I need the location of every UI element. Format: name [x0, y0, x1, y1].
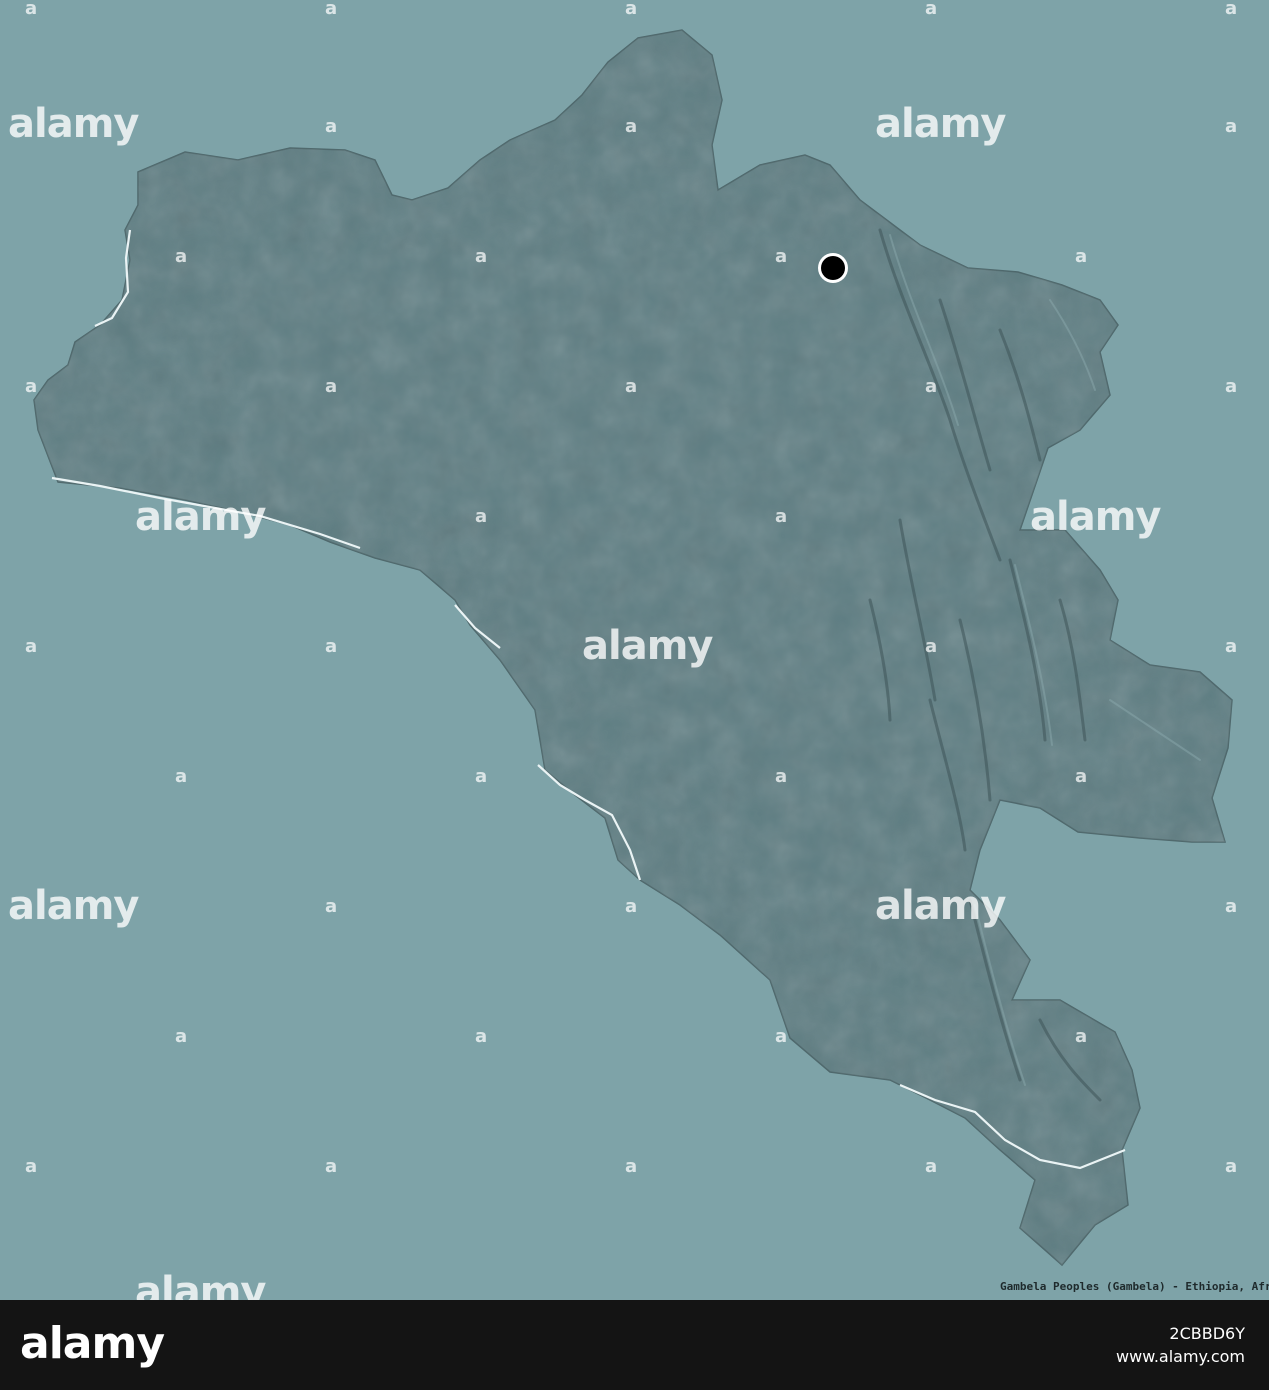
watermark-mark: a: [475, 246, 488, 267]
watermark-mark: a: [175, 1026, 188, 1047]
watermark-mark: a: [325, 896, 338, 917]
capital-marker-icon: [818, 253, 848, 283]
watermark-mark: a: [775, 246, 788, 267]
footer-logo: alamy: [20, 1318, 165, 1369]
image-id: 2CBBD6Y: [1169, 1324, 1245, 1343]
watermark-logo: alamy: [875, 101, 1006, 147]
watermark-mark: a: [775, 506, 788, 527]
map-canvas: alamy alamy alamy alamy alamy alamy alam…: [0, 0, 1269, 1300]
footer-url: www.alamy.com: [1116, 1347, 1245, 1367]
watermark-mark: a: [925, 1156, 938, 1177]
watermark-mark: a: [475, 1026, 488, 1047]
watermark-mark: a: [625, 376, 638, 397]
watermark-mark: a: [1225, 0, 1238, 19]
watermark-mark: a: [925, 0, 938, 19]
map-caption: Gambela Peoples (Gambela) - Ethiopia, Af…: [1000, 1280, 1269, 1293]
watermark-mark: a: [625, 0, 638, 19]
watermark-logo: alamy: [8, 101, 139, 147]
watermark-logo: alamy: [8, 883, 139, 929]
watermark-mark: a: [1225, 376, 1238, 397]
watermark-mark: a: [1225, 896, 1238, 917]
watermark-mark: a: [475, 766, 488, 787]
watermark-mark: a: [1225, 636, 1238, 657]
watermark-logo: alamy: [135, 1269, 266, 1300]
watermark-mark: a: [25, 636, 38, 657]
watermark-mark: a: [325, 1156, 338, 1177]
watermark-mark: a: [25, 1156, 38, 1177]
watermark-mark: a: [1075, 246, 1088, 267]
watermark-mark: a: [325, 116, 338, 137]
watermark-logo: alamy: [582, 623, 713, 669]
watermark-logo: alamy: [875, 883, 1006, 929]
watermark-mark: a: [25, 376, 38, 397]
watermark-mark: a: [1225, 116, 1238, 137]
watermark-mark: a: [625, 1156, 638, 1177]
watermark-mark: a: [925, 636, 938, 657]
watermark-mark: a: [475, 506, 488, 527]
watermark-mark: a: [625, 896, 638, 917]
watermark-mark: a: [175, 766, 188, 787]
watermark-mark: a: [325, 376, 338, 397]
watermark-mark: a: [775, 766, 788, 787]
watermark-mark: a: [1225, 1156, 1238, 1177]
watermark-logo: alamy: [1030, 494, 1161, 540]
watermark-mark: a: [25, 0, 38, 19]
watermark-mark: a: [325, 0, 338, 19]
watermark-mark: a: [1075, 766, 1088, 787]
watermark-mark: a: [925, 376, 938, 397]
watermark-mark: a: [1075, 1026, 1088, 1047]
watermark-logo: alamy: [135, 494, 266, 540]
footer-image-info: 2CBBD6Y www.alamy.com: [1116, 1322, 1245, 1368]
watermark-mark: a: [175, 246, 188, 267]
footer-bar: alamy 2CBBD6Y www.alamy.com: [0, 1300, 1269, 1390]
watermark-mark: a: [625, 116, 638, 137]
watermark-mark: a: [325, 636, 338, 657]
watermark-mark: a: [775, 1026, 788, 1047]
